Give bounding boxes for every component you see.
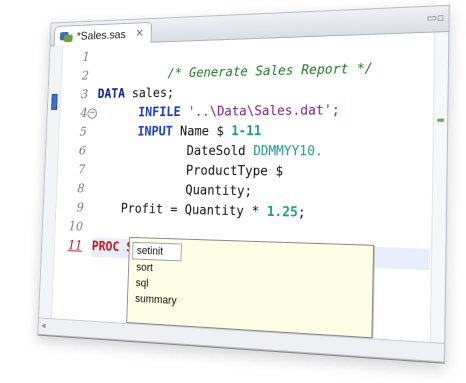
fold-collapse-icon[interactable]: − — [87, 108, 98, 119]
line-number: 11 — [67, 238, 83, 254]
identifier-token: Profit = Quantity * — [120, 201, 267, 220]
line-number: 2 — [81, 69, 90, 84]
identifier-token: DateSold — [186, 144, 254, 160]
content-assist-item[interactable]: setinit — [132, 241, 183, 262]
overview-marker[interactable] — [437, 118, 444, 122]
line-number: 7 — [77, 163, 86, 178]
code-line-4[interactable]: INFILE '..\Data\Sales.dat'; — [97, 100, 433, 124]
sas-file-icon — [59, 30, 73, 42]
line-number: 5 — [79, 125, 87, 140]
line-number: 3 — [80, 87, 89, 103]
close-icon[interactable]: ✕ — [135, 27, 144, 40]
line-number: 8 — [77, 181, 85, 197]
restore-icon[interactable]: ▭▫ — [427, 12, 445, 24]
keyword-token: DATA — [97, 87, 126, 102]
number-token: 1.25 — [266, 204, 299, 221]
code-line-5[interactable]: INPUT Name $ 1-11 — [96, 121, 432, 143]
line-number: 6 — [78, 144, 87, 159]
keyword-token: INPUT — [137, 124, 174, 140]
line-number: 9 — [76, 200, 84, 216]
content-assist-popup[interactable]: setinit sort sql summary — [126, 236, 375, 339]
tab-title: *Sales.sas — [76, 27, 127, 43]
identifier-token: Quantity; — [185, 183, 253, 200]
keyword-token: INFILE — [137, 105, 181, 121]
code-line-6[interactable]: DateSold DDMMYY10. — [95, 142, 432, 163]
identifier-token: ; — [297, 205, 306, 221]
overview-ruler[interactable] — [429, 32, 449, 343]
content-assist-item[interactable]: summary — [131, 291, 180, 309]
line-number: 1 — [82, 50, 90, 65]
bookmark-icon[interactable] — [51, 94, 58, 110]
format-token: DDMMYY10. — [252, 144, 324, 160]
number-token: 1-11 — [230, 124, 262, 140]
string-token: '..\Data\Sales.dat'; — [180, 103, 340, 120]
line-number: 10 — [68, 219, 84, 235]
content-assist-list[interactable]: setinit sort sql summary — [131, 241, 183, 309]
proc-keyword-token: PROC — [91, 239, 120, 256]
identifier-token: sales; — [124, 86, 175, 102]
identifier-token: ProductType $ — [185, 163, 284, 180]
identifier-token: Name $ — [172, 124, 232, 140]
editor-window: *Sales.sas ✕ ▭▫ 1 2 3 4 5 6 7 8 9 10 11 − /* Gener… — [37, 4, 450, 363]
scroll-left-icon[interactable]: ◂ — [41, 321, 46, 332]
code-editor[interactable]: 1 2 3 4 5 6 7 8 9 10 11 − /* Generate Sales Report… — [39, 32, 449, 343]
stage: *Sales.sas ✕ ▭▫ 1 2 3 4 5 6 7 8 9 10 11 − /* Gener… — [0, 0, 466, 383]
